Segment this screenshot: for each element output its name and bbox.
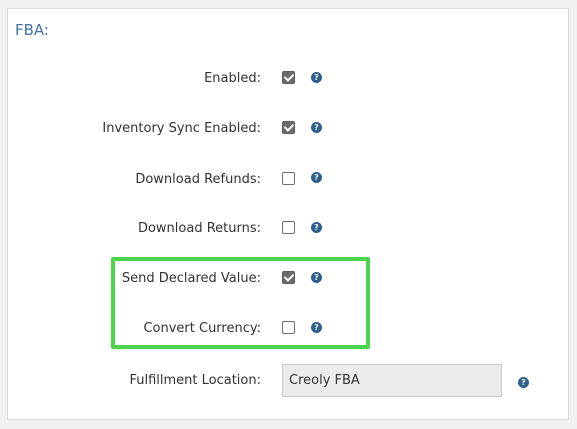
fulfillment-location-label: Fulfillment Location: (129, 373, 261, 388)
download-refunds-checkbox[interactable] (282, 172, 295, 185)
section-title: FBA: (15, 21, 49, 39)
enabled-label: Enabled: (204, 71, 261, 86)
help-icon[interactable]: ? (311, 122, 322, 133)
help-icon[interactable]: ? (518, 377, 529, 388)
help-icon[interactable]: ? (311, 222, 322, 233)
fba-settings-panel (7, 8, 569, 420)
send-declared-value-label: Send Declared Value: (121, 271, 261, 286)
help-icon[interactable]: ? (311, 172, 322, 183)
download-returns-label: Download Returns: (137, 221, 261, 236)
convert-currency-label: Convert Currency: (143, 321, 261, 336)
help-icon[interactable]: ? (311, 72, 322, 83)
send-declared-value-checkbox[interactable] (282, 271, 295, 284)
inventory-sync-label: Inventory Sync Enabled: (102, 121, 261, 136)
download-returns-checkbox[interactable] (282, 221, 295, 234)
fulfillment-location-input[interactable] (282, 364, 502, 397)
download-refunds-label: Download Refunds: (135, 172, 261, 187)
enabled-checkbox[interactable] (282, 71, 295, 84)
convert-currency-checkbox[interactable] (282, 321, 295, 334)
inventory-sync-checkbox[interactable] (282, 121, 295, 134)
help-icon[interactable]: ? (311, 322, 322, 333)
help-icon[interactable]: ? (311, 272, 322, 283)
